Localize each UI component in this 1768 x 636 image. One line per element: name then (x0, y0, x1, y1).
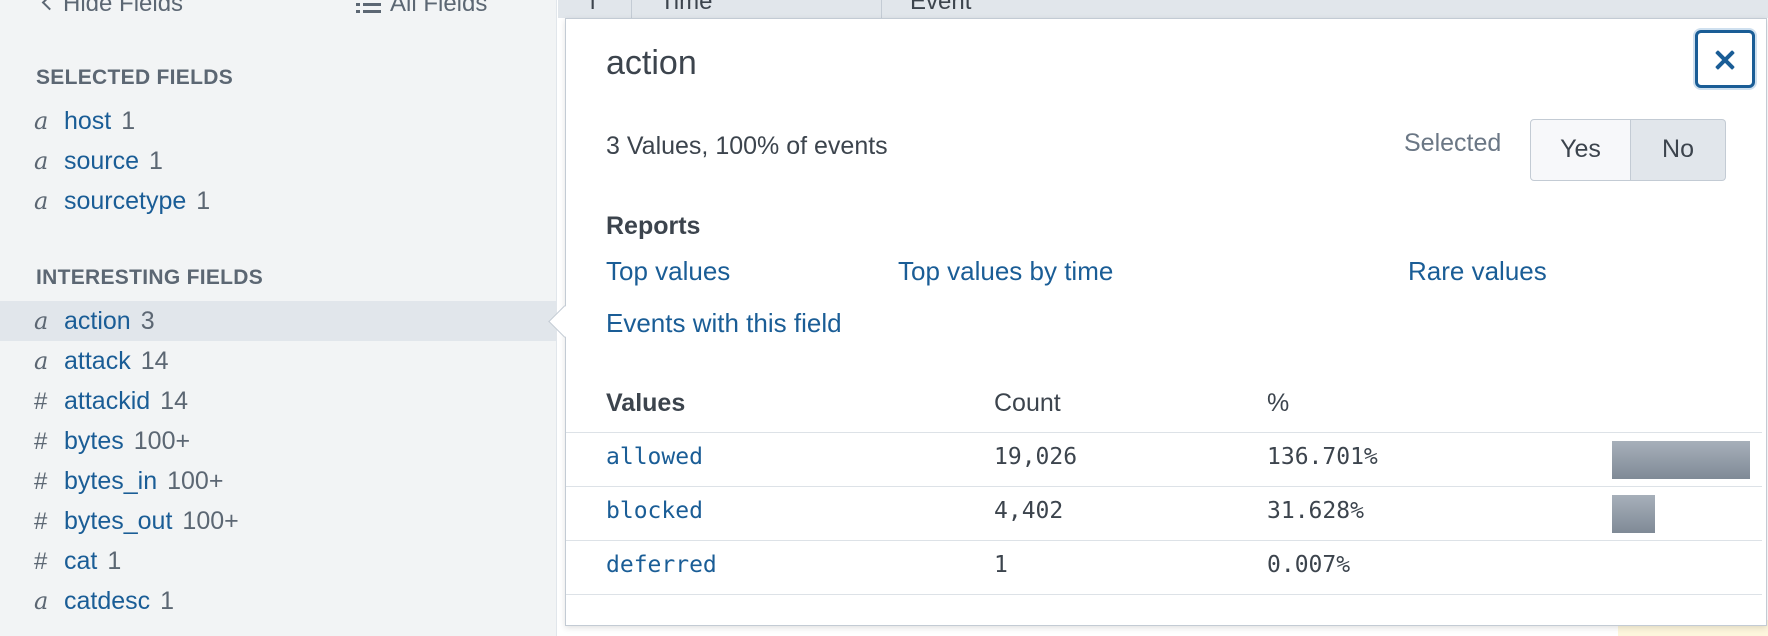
field-count: 3 (140, 307, 155, 335)
hide-fields-link[interactable]: Hide Fields (41, 0, 184, 18)
table-divider (566, 594, 1762, 595)
field-type-indicator: a (34, 187, 49, 215)
field-type-indicator: a (34, 587, 49, 615)
field-name: catdesc (64, 587, 151, 615)
col-header-event[interactable]: Event (910, 0, 971, 16)
field-count: 100+ (133, 427, 191, 455)
field-count: 100+ (182, 507, 239, 535)
column-divider (881, 0, 882, 18)
count-cell: 19,026 (994, 444, 1078, 470)
all-fields-label: All Fields (390, 0, 488, 17)
field-name: bytes_in (64, 467, 158, 495)
value-cell[interactable]: deferred (606, 552, 717, 578)
percent-cell: 0.007% (1267, 552, 1351, 578)
sidebar-field-cat[interactable]: # cat 1 (0, 541, 556, 581)
field-count: 100+ (167, 467, 224, 495)
percent-bar (1612, 495, 1655, 533)
table-row[interactable]: deferred 1 0.007% (566, 541, 1762, 595)
field-count: 1 (149, 147, 163, 175)
sidebar-field-sourcetype[interactable]: a sourcetype 1 (0, 181, 556, 221)
field-type-indicator: # (34, 468, 48, 495)
field-name: bytes_out (64, 507, 173, 535)
hide-fields-label: Hide Fields (63, 0, 184, 17)
top-values-link[interactable]: Top values (606, 256, 730, 287)
field-type-indicator: a (34, 347, 49, 375)
selected-fields-heading: SELECTED FIELDS (36, 66, 234, 89)
field-type-indicator: # (34, 388, 48, 415)
selected-label: Selected (1404, 129, 1502, 157)
field-name: cat (64, 547, 98, 575)
popup-summary: 3 Values, 100% of events (606, 132, 888, 160)
column-divider (631, 0, 632, 18)
events-table-header: i Time Event (558, 0, 1768, 18)
sidebar-toolbar: Hide Fields All Fields (0, 0, 556, 20)
selected-toggle: Yes No (1530, 119, 1726, 181)
field-name: host (64, 107, 112, 135)
count-column-header: Count (994, 389, 1061, 417)
sidebar-field-bytes[interactable]: # bytes 100+ (0, 421, 556, 461)
field-count: 14 (160, 387, 188, 415)
interesting-fields-heading: INTERESTING FIELDS (36, 266, 264, 289)
field-type-indicator: # (34, 508, 48, 535)
field-name: bytes (64, 427, 124, 455)
field-count: 1 (160, 587, 175, 615)
field-name: attack (64, 347, 131, 375)
selected-yes-button[interactable]: Yes (1530, 119, 1631, 181)
percent-bar (1612, 441, 1750, 479)
table-row[interactable]: blocked 4,402 31.628% (566, 487, 1762, 541)
sidebar-field-source[interactable]: a source 1 (0, 141, 556, 181)
percent-cell: 136.701% (1267, 444, 1378, 470)
count-cell: 1 (994, 552, 1008, 578)
percent-column-header: % (1267, 389, 1290, 417)
field-type-indicator: a (34, 147, 49, 175)
field-name: source (64, 147, 140, 175)
chevron-left-icon (41, 0, 58, 11)
field-count: 14 (140, 347, 169, 375)
sidebar-field-host[interactable]: a host 1 (0, 101, 556, 141)
field-type-indicator: # (34, 548, 48, 575)
field-name: attackid (64, 387, 151, 415)
sidebar-field-attack[interactable]: a attack 14 (0, 341, 556, 381)
percent-cell: 31.628% (1267, 498, 1364, 524)
table-row[interactable]: allowed 19,026 136.701% (566, 433, 1762, 487)
rare-values-link[interactable]: Rare values (1408, 256, 1547, 287)
fields-sidebar: Hide Fields All Fields SELECTED FIELDS a… (0, 0, 557, 636)
field-name: sourcetype (64, 187, 187, 215)
field-count: 1 (107, 547, 122, 575)
all-fields-link[interactable]: All Fields (356, 0, 487, 18)
value-cell[interactable]: allowed (606, 444, 703, 470)
close-popup-button[interactable] (1695, 30, 1755, 88)
sidebar-field-bytes-out[interactable]: # bytes_out 100+ (0, 501, 556, 541)
field-type-indicator: # (34, 428, 48, 455)
value-cell[interactable]: blocked (606, 498, 703, 524)
field-name: action (64, 307, 131, 335)
col-header-time[interactable]: Time (660, 0, 712, 16)
field-count: 1 (196, 187, 211, 215)
field-type-indicator: a (34, 107, 49, 135)
sidebar-field-bytes-in[interactable]: # bytes_in 100+ (0, 461, 556, 501)
list-icon (356, 0, 382, 13)
count-cell: 4,402 (994, 498, 1064, 524)
top-values-by-time-link[interactable]: Top values by time (898, 256, 1113, 287)
popup-field-title: action (606, 44, 697, 82)
values-column-header: Values (606, 389, 686, 417)
sidebar-field-attackid[interactable]: # attackid 14 (0, 381, 556, 421)
sidebar-field-action[interactable]: a action 3 (0, 301, 556, 341)
field-type-indicator: a (34, 307, 49, 335)
reports-heading: Reports (606, 212, 701, 240)
col-header-index[interactable]: i (590, 0, 595, 16)
field-count: 1 (121, 107, 136, 135)
selected-no-button[interactable]: No (1631, 119, 1726, 181)
sidebar-field-catdesc[interactable]: a catdesc 1 (0, 581, 556, 621)
events-with-field-link[interactable]: Events with this field (606, 308, 842, 339)
